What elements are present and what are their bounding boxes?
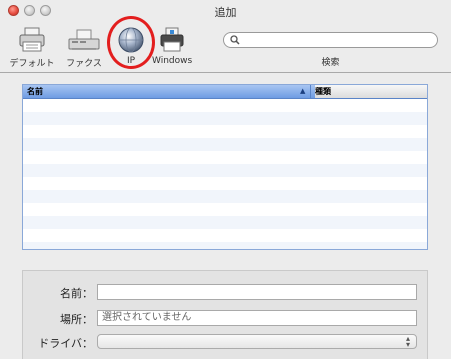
list-header: 名前 ▲ 種類 xyxy=(23,85,427,99)
default-tool-button[interactable]: デフォルト xyxy=(4,26,60,69)
list-row[interactable] xyxy=(23,151,427,164)
list-row[interactable] xyxy=(23,216,427,229)
list-row[interactable] xyxy=(23,242,427,249)
list-row[interactable] xyxy=(23,164,427,177)
toolbar-divider xyxy=(0,72,451,73)
list-row[interactable] xyxy=(23,138,427,151)
name-field[interactable] xyxy=(97,284,417,300)
search-label: 検索 xyxy=(321,58,340,68)
highlight-circle xyxy=(107,16,155,69)
list-row[interactable] xyxy=(23,125,427,138)
list-row[interactable] xyxy=(23,190,427,203)
title-bar: 追加 xyxy=(0,0,451,22)
location-label: 場所： xyxy=(60,313,93,326)
windows-tool-button[interactable]: Windows xyxy=(152,26,192,66)
fax-tool-label: ファクス xyxy=(66,59,102,69)
list-row[interactable] xyxy=(23,112,427,125)
fax-tool-button[interactable]: ファクス xyxy=(62,26,106,69)
list-row[interactable] xyxy=(23,229,427,242)
printer-icon xyxy=(19,27,45,52)
list-row[interactable] xyxy=(23,99,427,112)
sort-ascending-icon[interactable]: ▲ xyxy=(300,85,305,98)
fax-icon xyxy=(68,29,100,50)
windows-tool-label: Windows xyxy=(152,56,193,66)
driver-label: ドライバ： xyxy=(38,337,93,350)
location-field[interactable]: 選択されていません xyxy=(97,310,417,326)
search-field[interactable] xyxy=(223,32,438,48)
column-header-name[interactable]: 名前 xyxy=(27,85,43,98)
column-divider[interactable] xyxy=(310,85,311,98)
column-header-kind-label: 種類 xyxy=(315,87,331,96)
driver-select[interactable]: ▴ ▾ xyxy=(97,334,417,349)
list-row[interactable] xyxy=(23,203,427,216)
list-rows xyxy=(23,99,427,249)
popup-arrows-icon: ▴ ▾ xyxy=(405,334,410,349)
default-tool-label: デフォルト xyxy=(9,59,55,69)
name-label: 名前： xyxy=(60,287,93,300)
window-title: 追加 xyxy=(214,6,237,19)
printer-list[interactable]: 名前 ▲ 種類 xyxy=(22,84,428,250)
windows-printer-icon xyxy=(160,27,184,52)
column-header-kind[interactable]: 種類 xyxy=(315,85,427,98)
list-row[interactable] xyxy=(23,177,427,190)
search-icon xyxy=(230,35,240,45)
printer-details-panel: 名前： 場所： 選択されていません ドライバ： ▴ ▾ xyxy=(22,270,428,359)
add-printer-window: 追加 デフォルト ファクス IP Windows 検索 名前 ▲ 種類 名前： … xyxy=(0,0,451,359)
